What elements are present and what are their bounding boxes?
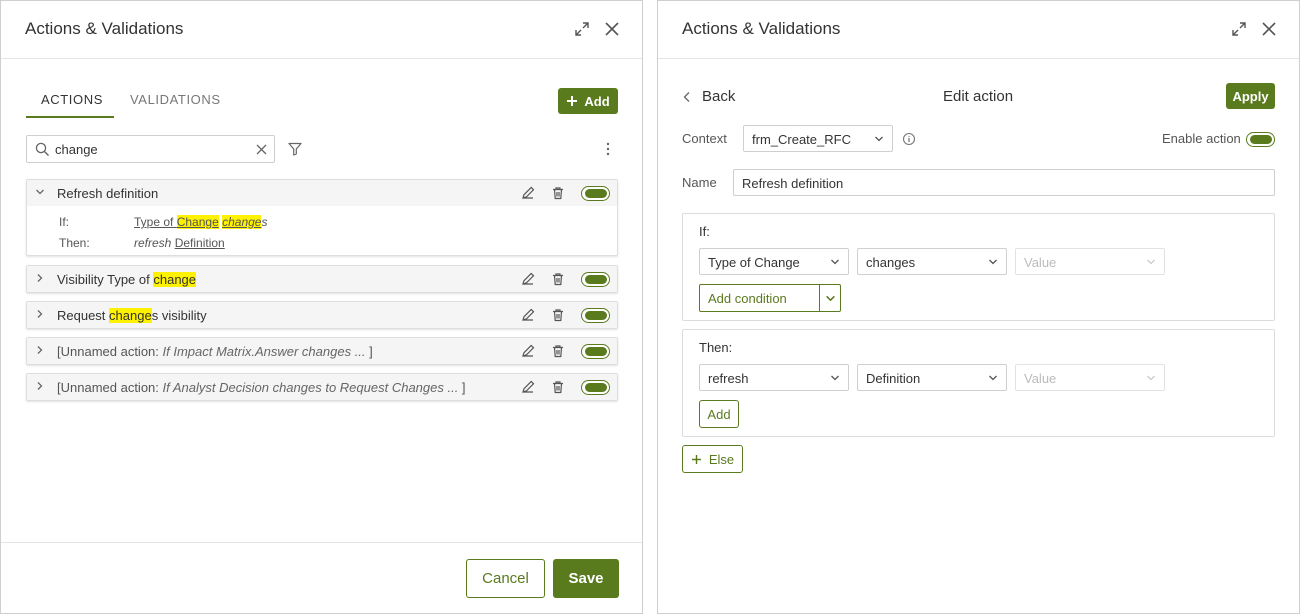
if-field-select[interactable]: Type of Change [699, 248, 849, 275]
caret-down-icon [831, 259, 839, 265]
caret-down-icon [989, 259, 997, 265]
save-button[interactable]: Save [553, 559, 619, 598]
caret-down-icon [1147, 259, 1155, 265]
enable-toggle[interactable] [581, 380, 610, 395]
list-item[interactable]: Visibility Type of change [26, 265, 618, 293]
if-operator-select[interactable]: changes [857, 248, 1007, 275]
enable-toggle[interactable] [581, 272, 610, 287]
context-select[interactable]: frm_Create_RFC [743, 125, 893, 152]
chevron-right-icon[interactable] [35, 273, 45, 283]
close-icon[interactable] [602, 19, 622, 39]
list-item[interactable]: Request changes visibility [26, 301, 618, 329]
then-action-select[interactable]: refresh [699, 364, 849, 391]
chevron-down-icon[interactable] [35, 187, 45, 197]
caret-down-icon [875, 136, 883, 142]
then-label: Then: [59, 236, 90, 250]
edit-action-title: Edit action [943, 88, 1014, 105]
edit-icon[interactable] [521, 308, 535, 322]
back-label: Back [702, 88, 736, 105]
filter-icon[interactable] [288, 142, 302, 156]
caret-down-icon [989, 375, 997, 381]
context-label: Context [682, 131, 727, 146]
tab-validations[interactable]: VALIDATIONS [130, 92, 221, 107]
action-title: [Unnamed action: If Impact Matrix.Answer… [57, 344, 373, 359]
chevron-right-icon[interactable] [35, 309, 45, 319]
delete-icon[interactable] [551, 272, 565, 286]
then-section: Then: refresh Definition Value Add [682, 329, 1275, 437]
chevron-down-icon [825, 295, 835, 301]
panel-title: Actions & Validations [682, 19, 841, 38]
plus-icon [567, 96, 578, 106]
search-value: change [55, 142, 98, 157]
edit-icon[interactable] [521, 380, 535, 394]
actions-validations-panel-right: Actions & Validations Back Edit action A… [657, 0, 1300, 614]
search-icon [35, 142, 49, 156]
back-chevron-icon [683, 91, 690, 102]
list-item[interactable]: [Unnamed action: If Impact Matrix.Answer… [26, 337, 618, 365]
edit-icon[interactable] [521, 344, 535, 358]
if-label: If: [699, 224, 710, 239]
if-label: If: [59, 215, 70, 229]
close-icon[interactable] [1259, 19, 1279, 39]
action-title: Refresh definition [57, 186, 159, 201]
enable-toggle[interactable] [581, 344, 610, 359]
then-target-select[interactable]: Definition [857, 364, 1007, 391]
info-icon[interactable] [902, 132, 916, 146]
add-condition-button[interactable]: Add condition [700, 285, 819, 311]
then-add-button[interactable]: Add [699, 400, 739, 428]
else-label: Else [708, 451, 735, 467]
expand-icon[interactable] [572, 19, 592, 39]
chevron-right-icon[interactable] [35, 381, 45, 391]
active-tab-indicator [26, 116, 114, 118]
cancel-button[interactable]: Cancel [466, 559, 545, 598]
enable-action-toggle[interactable] [1246, 132, 1275, 147]
add-label: Add [584, 93, 610, 109]
edit-icon[interactable] [521, 186, 535, 200]
action-title: Request changes visibility [57, 308, 207, 323]
then-action: refresh Definition [134, 236, 225, 250]
edit-icon[interactable] [521, 272, 535, 286]
list-item[interactable]: [Unnamed action: If Analyst Decision cha… [26, 373, 618, 401]
add-action-button[interactable]: Add [558, 88, 618, 114]
then-label: Then: [699, 340, 733, 355]
delete-icon[interactable] [551, 380, 565, 394]
actions-validations-panel-left: Actions & Validations ACTIONS VALIDATION… [0, 0, 643, 614]
apply-button[interactable]: Apply [1226, 83, 1275, 109]
list-item[interactable]: Refresh definition If: Type of Change ch… [26, 179, 618, 256]
name-input[interactable]: Refresh definition [733, 169, 1275, 196]
expand-icon[interactable] [1229, 19, 1249, 39]
if-value-select[interactable]: Value [1015, 248, 1165, 275]
then-value-select[interactable]: Value [1015, 364, 1165, 391]
chevron-right-icon[interactable] [35, 345, 45, 355]
if-section: If: Type of Change changes Value Add con… [682, 213, 1275, 321]
caret-down-icon [831, 375, 839, 381]
clear-icon[interactable] [256, 144, 267, 155]
action-title: [Unnamed action: If Analyst Decision cha… [57, 380, 466, 395]
caret-down-icon [1147, 375, 1155, 381]
add-condition-split-button: Add condition [699, 284, 841, 312]
back-link[interactable]: Back [682, 88, 735, 105]
delete-icon[interactable] [551, 186, 565, 200]
search-input[interactable]: change [26, 135, 275, 163]
else-button[interactable]: Else [682, 445, 743, 473]
action-title: Visibility Type of change [57, 272, 197, 287]
add-condition-dropdown[interactable] [819, 285, 840, 311]
name-label: Name [682, 175, 717, 190]
plus-icon [691, 454, 701, 464]
tab-actions[interactable]: ACTIONS [41, 92, 103, 107]
more-icon[interactable] [601, 141, 615, 157]
delete-icon[interactable] [551, 344, 565, 358]
enable-toggle[interactable] [581, 308, 610, 323]
header-divider [658, 58, 1299, 59]
if-condition: Type of Change changes [134, 215, 268, 229]
enable-action-label: Enable action [1162, 131, 1241, 146]
enable-toggle[interactable] [581, 186, 610, 201]
delete-icon[interactable] [551, 308, 565, 322]
panel-title: Actions & Validations [25, 19, 184, 38]
header-divider [1, 58, 642, 59]
footer-divider [1, 542, 642, 543]
